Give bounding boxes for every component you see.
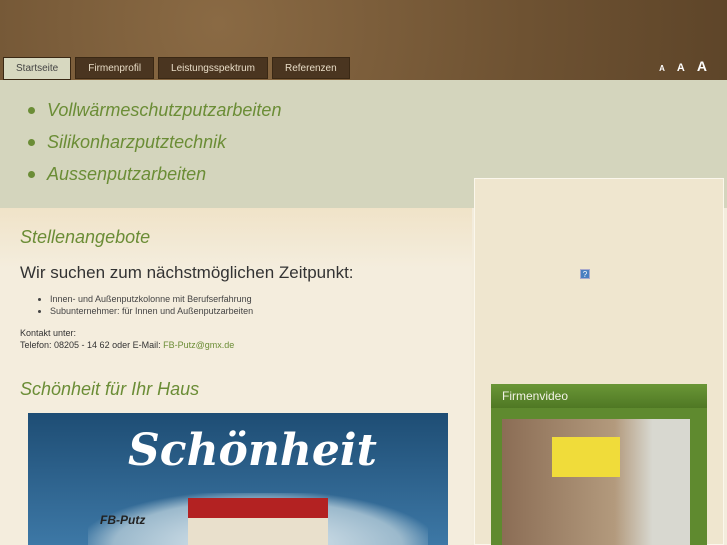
tab-firmenprofil[interactable]: Firmenprofil xyxy=(75,57,155,79)
tab-startseite[interactable]: Startseite xyxy=(3,57,72,80)
service-item: Vollwärmeschutzputzarbeiten xyxy=(28,94,727,126)
contact-label: Kontakt unter: xyxy=(20,328,77,338)
jobs-heading: Wir suchen zum nächstmöglichen Zeitpunkt… xyxy=(20,263,354,282)
font-small-button[interactable]: A xyxy=(659,64,665,73)
beauty-title: Schönheit für Ihr Haus xyxy=(20,379,200,399)
jobs-title: Stellenangebote xyxy=(20,227,151,247)
video-box: Firmenvideo xyxy=(491,384,707,545)
font-medium-button[interactable]: A xyxy=(677,62,685,74)
hero-script-text: Schönheit xyxy=(128,425,377,476)
video-sign xyxy=(552,437,620,477)
font-size-controls: A A A xyxy=(659,58,707,74)
header: Startseite Firmenprofil Leistungsspektru… xyxy=(0,0,727,80)
missing-plugin-icon[interactable]: ? xyxy=(580,269,590,279)
email-link[interactable]: FB-Putz@gmx.de xyxy=(163,340,234,350)
tab-referenzen[interactable]: Referenzen xyxy=(271,57,350,79)
company-logo: FB-Putz xyxy=(100,513,146,527)
jobs-list: Innen- und Außenputzkolonne mit Berufser… xyxy=(50,293,253,317)
main-nav: Startseite Firmenprofil Leistungsspektru… xyxy=(3,57,350,80)
contact-phone: Telefon: 08205 - 14 62 oder E-Mail: xyxy=(20,340,164,350)
house-image xyxy=(188,498,328,545)
job-item: Innen- und Außenputzkolonne mit Berufser… xyxy=(50,293,253,305)
video-thumbnail[interactable] xyxy=(502,419,690,545)
service-item: Silikonharzputztechnik xyxy=(28,126,727,158)
hero-image: Schönheit FB-Putz xyxy=(28,413,448,545)
tab-leistungsspektrum[interactable]: Leistungsspektrum xyxy=(158,57,268,79)
contact-info: Kontakt unter: Telefon: 08205 - 14 62 od… xyxy=(20,327,234,351)
video-title: Firmenvideo xyxy=(491,384,707,408)
job-item: Subunternehmer: für Innen und Außenputza… xyxy=(50,305,253,317)
main-content: Stellenangebote Wir suchen zum nächstmög… xyxy=(0,208,472,545)
font-large-button[interactable]: A xyxy=(697,58,707,74)
